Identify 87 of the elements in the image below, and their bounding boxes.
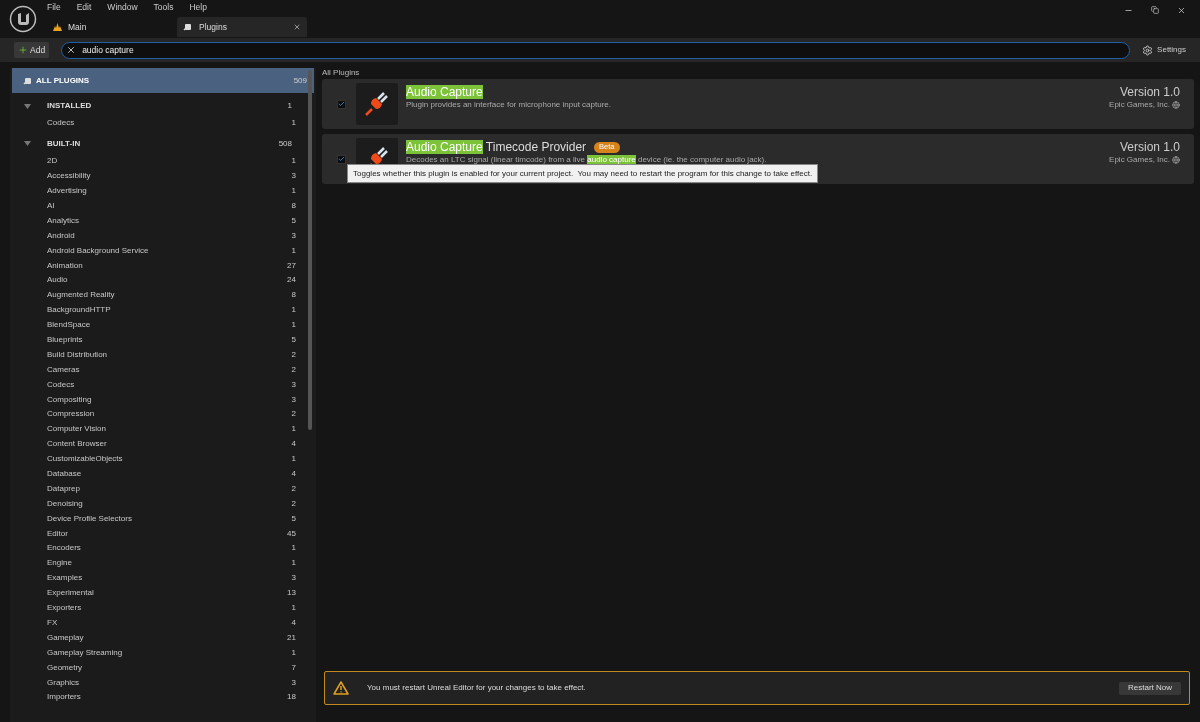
category-item[interactable]: CustomizableObjects 1 bbox=[10, 451, 316, 467]
category-item[interactable]: 2D 1 bbox=[10, 153, 316, 169]
plug-icon bbox=[183, 22, 193, 32]
category-item[interactable]: Gameplay 21 bbox=[10, 630, 316, 646]
version-label: Version 1.0 bbox=[1119, 140, 1180, 154]
category-item[interactable]: Geometry 7 bbox=[10, 660, 316, 676]
category-item[interactable]: Build Distribution 2 bbox=[10, 347, 316, 363]
enable-checkbox[interactable] bbox=[337, 154, 346, 164]
category-item[interactable]: Device Profile Selectors 5 bbox=[10, 511, 316, 527]
category-item[interactable]: ALL PLUGINS 509 bbox=[12, 68, 314, 93]
warning-icon bbox=[333, 681, 349, 695]
plug-icon bbox=[23, 75, 33, 86]
plugin-title: Audio Capture Timecode Provider bbox=[406, 140, 587, 154]
category-item[interactable]: Gameplay Streaming 1 bbox=[10, 645, 316, 661]
document-tab[interactable]: Main bbox=[47, 17, 177, 37]
add-button[interactable]: Add bbox=[14, 42, 50, 58]
category-item[interactable]: Animation 27 bbox=[10, 258, 316, 273]
category-group-label[interactable]: INSTALLED bbox=[47, 100, 92, 112]
category-item[interactable]: BackgroundHTTP 1 bbox=[10, 302, 316, 318]
category-item[interactable]: Codecs 1 bbox=[10, 116, 316, 131]
category-group-label[interactable]: BUILT-IN bbox=[47, 137, 81, 150]
category-item[interactable]: Codecs 3 bbox=[10, 377, 316, 393]
category-item[interactable]: Content Browser 4 bbox=[10, 436, 316, 452]
category-item[interactable]: Database 4 bbox=[10, 466, 316, 482]
search-field[interactable]: audio capture bbox=[61, 41, 1131, 59]
category-item[interactable]: Encoders 1 bbox=[10, 541, 316, 556]
category-item[interactable]: Denoising 2 bbox=[10, 496, 316, 512]
category-item[interactable]: Accessibility 3 bbox=[10, 168, 316, 184]
menu-item[interactable]: Help bbox=[189, 1, 207, 14]
plus-icon bbox=[18, 45, 28, 55]
web-link-icon[interactable] bbox=[1172, 156, 1180, 164]
web-link-icon[interactable] bbox=[1172, 101, 1180, 109]
category-item[interactable]: Dataprep 2 bbox=[10, 481, 316, 497]
category-item[interactable]: Engine 1 bbox=[10, 555, 316, 571]
close-icon[interactable] bbox=[1177, 6, 1186, 15]
menu-item[interactable]: Edit bbox=[76, 1, 92, 14]
category-item[interactable]: AI 8 bbox=[10, 198, 316, 214]
close-icon[interactable] bbox=[293, 23, 301, 31]
expand-arrow-icon[interactable] bbox=[24, 103, 31, 109]
plugin-description: Plugin provides an interface for microphone input capture. bbox=[406, 99, 611, 111]
tooltip: Toggles whether this plugin is enabled for your current project. You may need to restart the program for this change to take effect. bbox=[347, 164, 819, 183]
category-item[interactable]: Analytics 5 bbox=[10, 213, 316, 229]
tab-label: Plugins bbox=[199, 20, 227, 34]
search-input[interactable]: audio capture bbox=[82, 43, 1126, 57]
menu-item[interactable]: Tools bbox=[153, 1, 174, 14]
count-label: 1 bbox=[287, 100, 292, 112]
category-item[interactable]: Computer Vision 1 bbox=[10, 421, 316, 437]
tab-label: Main bbox=[68, 20, 87, 34]
engine-logo-icon[interactable] bbox=[9, 5, 37, 33]
category-item[interactable]: Cameras 2 bbox=[10, 362, 316, 378]
category-item[interactable]: Experimental 13 bbox=[10, 585, 316, 601]
menu-item[interactable]: Window bbox=[107, 1, 138, 14]
category-item[interactable]: Compression 2 bbox=[10, 407, 316, 422]
enable-checkbox[interactable] bbox=[337, 99, 346, 109]
restart-now-button[interactable]: Restart Now bbox=[1119, 681, 1181, 695]
category-item[interactable]: Blueprints 5 bbox=[10, 332, 316, 348]
category-item[interactable]: Advertising 1 bbox=[10, 183, 316, 199]
plugin-title: Audio Capture bbox=[406, 85, 483, 99]
category-item[interactable]: FX 4 bbox=[10, 615, 316, 631]
warning-message: You must restart Unreal Editor for your changes to take effect. bbox=[367, 682, 586, 694]
vendor-label: Epic Games, Inc. bbox=[1109, 154, 1170, 166]
restore-icon[interactable] bbox=[1151, 6, 1159, 14]
level-icon bbox=[53, 23, 62, 31]
document-tab[interactable]: Plugins bbox=[177, 17, 307, 37]
category-item[interactable]: Augmented Reality 8 bbox=[10, 287, 316, 303]
plugin-description: Decodes an LTC signal (linear timcode) from a live audio capture device (ie. the computer audio jack). bbox=[406, 154, 767, 166]
category-item[interactable]: Compositing 3 bbox=[10, 392, 316, 408]
version-label: Version 1.0 bbox=[1119, 85, 1180, 99]
count-label: 508 bbox=[278, 137, 292, 150]
vendor-label: Epic Games, Inc. bbox=[1109, 99, 1170, 111]
settings-button[interactable]: Settings bbox=[1142, 44, 1186, 56]
settings-icon bbox=[1142, 44, 1154, 56]
category-item[interactable]: Audio 24 bbox=[10, 273, 316, 288]
category-item[interactable]: Exporters 1 bbox=[10, 600, 316, 616]
category-item[interactable]: Graphics 3 bbox=[10, 675, 316, 690]
category-item[interactable]: BlendSpace 1 bbox=[10, 317, 316, 333]
category-item[interactable]: Importers 18 bbox=[10, 689, 316, 705]
expand-arrow-icon[interactable] bbox=[24, 141, 31, 147]
category-item[interactable]: Android 3 bbox=[10, 228, 316, 244]
clear-icon[interactable] bbox=[66, 45, 77, 55]
category-item[interactable]: Android Background Service 1 bbox=[10, 243, 316, 259]
breadcrumb-label: All Plugins bbox=[322, 67, 361, 79]
plugin-card[interactable]: Audio Capture Plugin provides an interface for microphone input capture. Version 1.0 Epic Games, Inc. bbox=[322, 79, 1194, 129]
scrollbar-thumb[interactable] bbox=[308, 70, 312, 430]
category-item[interactable]: Editor 45 bbox=[10, 526, 316, 542]
menu-item[interactable]: File bbox=[47, 1, 61, 14]
category-item[interactable]: Examples 3 bbox=[10, 570, 316, 586]
